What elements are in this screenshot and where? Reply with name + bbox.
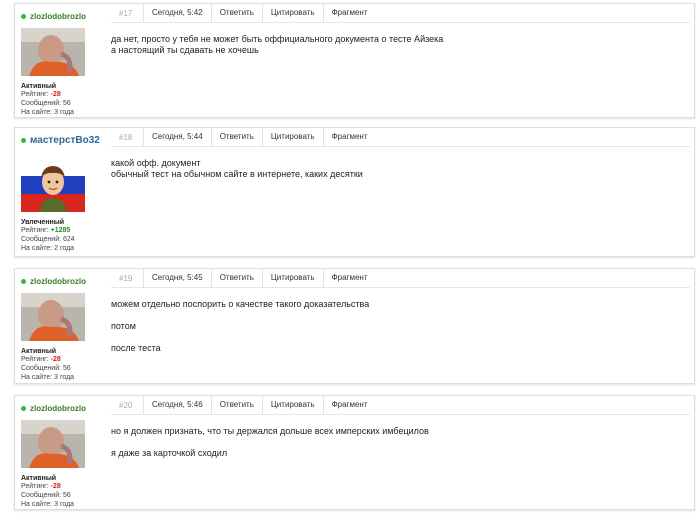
user-status: Активный [21,83,57,90]
quote-button[interactable]: Цитировать [261,269,323,287]
user-onsite: На сайте: 3 года [21,109,75,116]
reply-button[interactable]: Ответить [210,269,262,287]
avatar[interactable] [21,420,85,468]
post-text-line: можем отдельно поспорить о качестве тако… [111,299,370,309]
user-onsite: На сайте: 3 года [21,374,75,381]
post-time: Сегодня, 5:44 [143,128,211,146]
user-onsite: На сайте: 3 года [21,501,75,508]
forum-post: мастерстВо32 Увлеченный Рейтинг: +1285 С… [14,127,695,257]
online-dot-icon [21,13,26,19]
user-onsite: На сайте: 2 года [21,245,75,252]
post-text-line: после теста [111,343,161,353]
avatar[interactable] [21,293,85,341]
post-toolbar: #20 Сегодня, 5:46 Ответить Цитировать Фр… [111,396,690,415]
post-text-line: обычный тест на обычном сайте в интернет… [111,169,363,179]
user-messages: Сообщений: 624 [21,236,75,243]
reply-button[interactable]: Ответить [210,128,262,146]
post-time: Сегодня, 5:46 [143,396,211,414]
post-author: zlozlodobrozlo Активный Рейтинг: -28 Соо… [21,10,111,117]
author-name[interactable]: zlozlodobrozlo [30,12,86,21]
post-author: zlozlodobrozlo Активный Рейтинг: -28 Соо… [21,402,111,509]
user-status: Увлеченный [21,219,65,226]
user-rating: Рейтинг: -28 [21,356,61,363]
post-author: zlozlodobrozlo Активный Рейтинг: -28 Соо… [21,275,111,382]
fragment-button[interactable]: Фрагмент [322,128,376,146]
author-name[interactable]: мастерстВо32 [30,135,100,146]
post-body: какой офф. документ обычный тест на обыч… [111,158,686,180]
online-dot-icon [21,137,26,143]
user-rating: Рейтинг: -28 [21,483,61,490]
post-toolbar: #19 Сегодня, 5:45 Ответить Цитировать Фр… [111,269,690,288]
post-text-line: но я должен признать, что ты держался до… [111,426,429,436]
online-dot-icon [21,278,26,284]
post-number[interactable]: #18 [111,133,143,142]
post-number[interactable]: #17 [111,9,143,18]
author-name[interactable]: zlozlodobrozlo [30,277,86,286]
fragment-button[interactable]: Фрагмент [322,396,376,414]
author-name[interactable]: zlozlodobrozlo [30,404,86,413]
user-status: Активный [21,475,57,482]
post-text-line: я даже за карточкой сходил [111,448,228,458]
forum-post: zlozlodobrozlo Активный Рейтинг: -28 Соо… [14,268,695,384]
forum-post: zlozlodobrozlo Активный Рейтинг: -28 Соо… [14,395,695,510]
post-text-line: какой офф. документ [111,158,201,168]
user-messages: Сообщений: 56 [21,365,71,372]
post-author: мастерстВо32 Увлеченный Рейтинг: +1285 С… [21,134,111,253]
forum-post: zlozlodobrozlo Активный Рейтинг: -28 Соо… [14,3,695,118]
avatar[interactable] [21,28,85,76]
post-text-line: да нет, просто у тебя не может быть оффи… [111,34,444,44]
reply-button[interactable]: Ответить [210,396,262,414]
post-number[interactable]: #19 [111,274,143,283]
online-dot-icon [21,405,26,411]
post-number[interactable]: #20 [111,401,143,410]
post-toolbar: #18 Сегодня, 5:44 Ответить Цитировать Фр… [111,128,690,147]
fragment-button[interactable]: Фрагмент [322,269,376,287]
post-time: Сегодня, 5:45 [143,269,211,287]
quote-button[interactable]: Цитировать [261,128,323,146]
reply-button[interactable]: Ответить [210,4,262,22]
user-rating: Рейтинг: +1285 [21,227,71,234]
quote-button[interactable]: Цитировать [261,4,323,22]
fragment-button[interactable]: Фрагмент [322,4,376,22]
user-rating: Рейтинг: -28 [21,91,61,98]
avatar[interactable] [21,158,85,212]
post-toolbar: #17 Сегодня, 5:42 Ответить Цитировать Фр… [111,4,690,23]
post-text-line: а настоящий ты сдавать не хочешь [111,45,259,55]
post-body: да нет, просто у тебя не может быть оффи… [111,34,686,56]
user-messages: Сообщений: 56 [21,100,71,107]
quote-button[interactable]: Цитировать [261,396,323,414]
post-text-line: потом [111,321,136,331]
user-status: Активный [21,348,57,355]
post-body: можем отдельно поспорить о качестве тако… [111,299,686,365]
user-messages: Сообщений: 56 [21,492,71,499]
post-time: Сегодня, 5:42 [143,4,211,22]
post-body: но я должен признать, что ты держался до… [111,426,686,470]
